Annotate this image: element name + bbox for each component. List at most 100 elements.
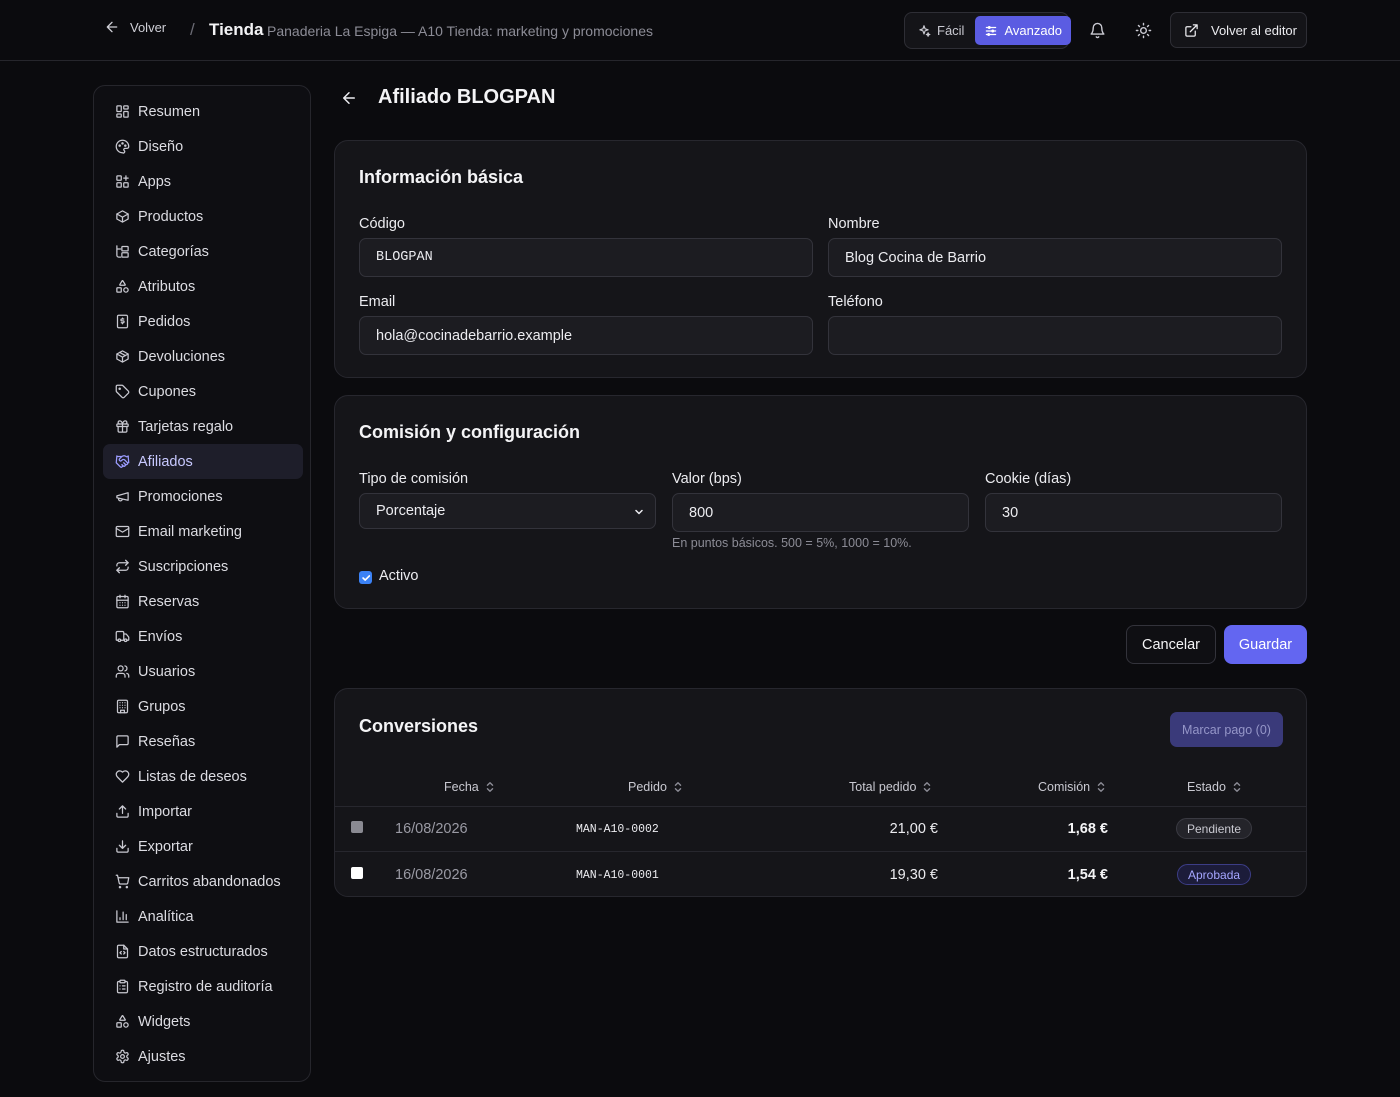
value-bps-input[interactable]: 800 (672, 493, 969, 532)
mark-paid-button[interactable]: Marcar pago (0) (1170, 712, 1283, 747)
sidebar-item-label: Apps (138, 173, 172, 190)
apps-icon (116, 175, 129, 188)
sidebar-item-apps[interactable]: Apps (103, 164, 303, 199)
mode-easy-button[interactable]: Fácil (908, 16, 973, 45)
status-badge: Aprobada (1177, 864, 1252, 885)
sidebar-item-building[interactable]: Grupos (103, 689, 303, 724)
row-order-link[interactable]: MAN-A10-0001 (576, 869, 659, 882)
code-input[interactable]: BLOGPAN (359, 238, 813, 277)
column-header-order[interactable]: Pedido (628, 780, 683, 794)
name-label: Nombre (828, 216, 880, 232)
row-checkbox[interactable] (351, 867, 363, 879)
sidebar-item-cart[interactable]: Carritos abandonados (103, 864, 303, 899)
theme-toggle-button[interactable] (1133, 20, 1153, 40)
cookie-days-label: Cookie (días) (985, 471, 1072, 487)
sidebar-item-label: Pedidos (138, 313, 191, 330)
sidebar-item-heart[interactable]: Listas de deseos (103, 759, 303, 794)
sidebar-item-box[interactable]: Productos (103, 199, 303, 234)
sidebar-item-megaphone[interactable]: Promociones (103, 479, 303, 514)
sidebar-item-message[interactable]: Reseñas (103, 724, 303, 759)
active-checkbox[interactable] (359, 571, 372, 584)
sidebar-item-label: Promociones (138, 488, 223, 505)
sidebar-item-grid[interactable]: Resumen (103, 94, 303, 129)
cookie-days-input[interactable]: 30 (985, 493, 1282, 532)
email-input[interactable]: hola@cocinadebarrio.example (359, 316, 813, 355)
cancel-button[interactable]: Cancelar (1126, 625, 1216, 664)
arrow-left-icon (106, 21, 118, 33)
breadcrumb-separator: / (190, 20, 195, 39)
arrow-left-icon[interactable] (340, 89, 358, 107)
sparkles-icon (919, 24, 931, 37)
column-header-order-label: Pedido (628, 780, 667, 794)
sidebar-item-handshake[interactable]: Afiliados (103, 444, 303, 479)
sidebar-item-label: Usuarios (138, 663, 196, 680)
phone-label: Teléfono (828, 294, 883, 310)
sidebar-item-label: Ajustes (138, 1048, 186, 1065)
column-header-commission-label: Comisión (1038, 780, 1091, 794)
box-return-icon (116, 350, 129, 363)
gear-icon (116, 1049, 129, 1064)
sidebar-item-tag[interactable]: Cupones (103, 374, 303, 409)
sidebar-item-upload[interactable]: Importar (103, 794, 303, 829)
sidebar-item-receipt[interactable]: Pedidos (103, 304, 303, 339)
conversions-card: Conversiones Marcar pago (0) Fecha Pedid… (334, 688, 1307, 897)
gift-icon (116, 420, 129, 433)
calendar-icon (116, 594, 129, 609)
column-header-commission[interactable]: Comisión (1038, 780, 1106, 794)
sidebar-item-download[interactable]: Exportar (103, 829, 303, 864)
breadcrumb-section[interactable]: Tienda (209, 20, 263, 40)
back-label: Volver (130, 19, 167, 35)
sidebar-item-gear[interactable]: Ajustes (103, 1039, 303, 1074)
sidebar-item-palette[interactable]: Diseño (103, 129, 303, 164)
tag-icon (115, 384, 130, 399)
sidebar-item-tree[interactable]: Categorías (103, 234, 303, 269)
sidebar-item-label: Diseño (138, 138, 184, 155)
message-icon (116, 735, 129, 748)
sidebar-item-users[interactable]: Usuarios (103, 654, 303, 689)
sidebar-item-mail[interactable]: Email marketing (103, 514, 303, 549)
sort-icon (924, 782, 931, 792)
sidebar-item-clipboard[interactable]: Registro de auditoría (103, 969, 303, 1004)
row-date: 16/08/2026 (395, 821, 468, 837)
sun-icon (1135, 22, 1151, 38)
back-to-editor-button[interactable]: Volver al editor (1170, 12, 1307, 48)
phone-input[interactable] (828, 316, 1282, 355)
notifications-button[interactable] (1087, 20, 1107, 40)
sidebar-item-box-return[interactable]: Devoluciones (103, 339, 303, 374)
page-header: Afiliado BLOGPAN (340, 86, 555, 109)
back-to-editor-label: Volver al editor (1211, 22, 1297, 38)
sidebar-item-widgets[interactable]: Widgets (103, 1004, 303, 1039)
sidebar-item-gift[interactable]: Tarjetas regalo (103, 409, 303, 444)
commission-type-select[interactable]: Porcentaje (359, 493, 656, 529)
email-label: Email (359, 294, 396, 310)
basic-info-title: Información básica (359, 167, 524, 187)
save-button[interactable]: Guardar (1224, 625, 1307, 664)
sidebar-item-calendar[interactable]: Reservas (103, 584, 303, 619)
row-order-link[interactable]: MAN-A10-0002 (576, 823, 659, 836)
column-header-status[interactable]: Estado (1187, 780, 1242, 794)
sidebar-item-truck[interactable]: Envíos (103, 619, 303, 654)
sidebar-item-label: Resumen (138, 103, 201, 120)
conversions-title: Conversiones (359, 716, 479, 736)
palette-icon (115, 139, 130, 154)
mode-easy-label: Fácil (937, 23, 965, 38)
repeat-icon (116, 559, 129, 574)
sidebar-item-repeat[interactable]: Suscripciones (103, 549, 303, 584)
sidebar-item-shapes[interactable]: Atributos (103, 269, 303, 304)
row-commission: 1,54 € (1067, 867, 1108, 883)
back-link[interactable]: Volver (104, 19, 166, 35)
sidebar-item-chart[interactable]: Analítica (103, 899, 303, 934)
check-icon (361, 574, 370, 581)
column-header-status-label: Estado (1187, 780, 1226, 794)
sidebar-item-label: Email marketing (138, 523, 242, 540)
column-header-total[interactable]: Total pedido (849, 780, 932, 794)
column-header-date[interactable]: Fecha (444, 780, 495, 794)
sidebar-item-label: Devoluciones (138, 348, 226, 365)
chevron-down-icon (635, 509, 643, 515)
sidebar-item-label: Analítica (138, 908, 194, 925)
sort-icon (674, 782, 682, 792)
name-input[interactable]: Blog Cocina de Barrio (828, 238, 1282, 277)
sidebar-item-file-code[interactable]: Datos estructurados (103, 934, 303, 969)
mode-advanced-button[interactable]: Avanzado (975, 16, 1072, 45)
row-total: 21,00 € (889, 821, 938, 837)
